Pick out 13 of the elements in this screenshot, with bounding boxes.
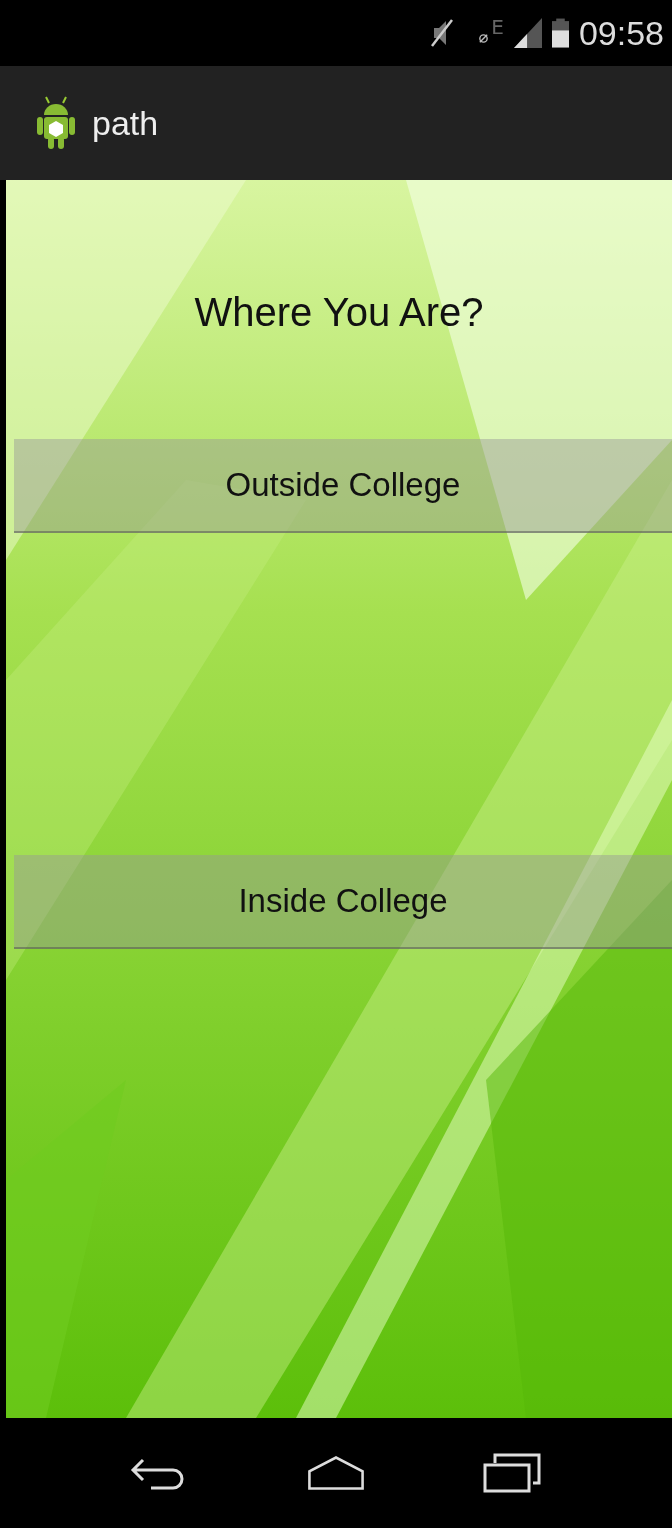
heading: Where You Are?: [193, 290, 485, 335]
home-icon[interactable]: [306, 1453, 366, 1493]
robot-icon: [36, 95, 76, 151]
signal-icon: [513, 17, 542, 49]
muted-speaker-icon: [430, 18, 455, 48]
recent-apps-icon[interactable]: [483, 1453, 544, 1493]
network-type: E: [491, 15, 504, 39]
battery-icon: [551, 16, 569, 50]
choice-button[interactable]: Inside College: [14, 855, 672, 949]
clock-time: 09:58: [578, 13, 664, 53]
choice-button[interactable]: Outside College: [14, 439, 672, 533]
blocked-data-icon: [478, 32, 490, 44]
app-title: path: [92, 103, 159, 143]
